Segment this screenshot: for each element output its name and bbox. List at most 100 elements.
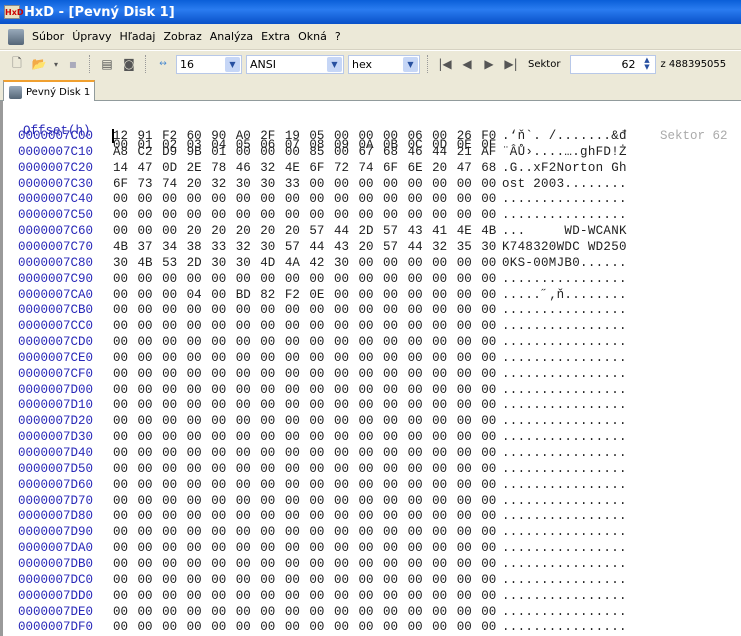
hex-byte[interactable]: 20 [187,177,202,191]
hex-byte[interactable]: 00 [408,303,423,317]
hex-byte[interactable]: 00 [359,557,374,571]
hex-byte[interactable]: 00 [309,541,324,555]
hex-byte[interactable]: 6E [408,161,423,175]
hex-byte[interactable]: 4D [260,256,275,270]
hex-byte[interactable]: 00 [187,335,202,349]
hex-byte[interactable]: 00 [359,351,374,365]
hex-byte[interactable]: 00 [260,589,275,603]
hex-byte[interactable]: 00 [285,145,300,159]
hex-byte[interactable]: 00 [481,605,496,619]
hex-byte[interactable]: 00 [113,509,128,523]
hex-byte[interactable]: 00 [481,446,496,460]
hex-byte[interactable]: 00 [408,446,423,460]
hex-byte[interactable]: 00 [162,272,177,286]
hex-byte[interactable]: 00 [334,208,349,222]
open-ram-icon[interactable]: ▤ [98,55,116,73]
hex-byte[interactable]: 00 [211,367,226,381]
hex-byte[interactable]: 57 [383,224,398,238]
hex-byte[interactable]: 00 [432,256,447,270]
hex-byte[interactable]: 00 [260,620,275,634]
sector-input[interactable]: 62 ▲ ▼ [570,54,657,74]
hex-byte[interactable]: 00 [309,430,324,444]
hex-byte[interactable]: 00 [162,573,177,587]
hex-byte[interactable]: 00 [187,398,202,412]
hex-byte[interactable]: 00 [162,303,177,317]
hex-byte[interactable]: 00 [457,272,472,286]
hex-byte[interactable]: 00 [481,462,496,476]
hex-byte[interactable]: 00 [334,557,349,571]
hex-byte[interactable]: 00 [285,272,300,286]
hex-byte[interactable]: 00 [113,383,128,397]
hex-byte[interactable]: 30 [113,256,128,270]
hex-byte[interactable]: 00 [260,478,275,492]
hex-byte[interactable]: 00 [457,509,472,523]
hex-byte[interactable]: 00 [162,589,177,603]
hex-byte[interactable]: 00 [408,620,423,634]
bytes-per-row-select[interactable]: 16 ▼ [176,54,242,74]
hex-byte[interactable]: 00 [432,288,447,302]
hex-byte[interactable]: 00 [383,351,398,365]
hex-byte[interactable]: 2F [260,129,275,143]
hex-byte[interactable]: 00 [211,446,226,460]
hex-byte[interactable]: 4A [285,256,300,270]
hex-byte[interactable]: 00 [457,525,472,539]
menu-file[interactable]: Súbor [28,30,68,43]
hex-byte[interactable]: 00 [138,367,153,381]
hex-byte[interactable]: 00 [359,494,374,508]
hex-byte[interactable]: 00 [162,494,177,508]
hex-byte[interactable]: 00 [334,177,349,191]
hex-byte[interactable]: 00 [481,541,496,555]
hex-byte[interactable]: 00 [457,494,472,508]
row-ascii[interactable]: ................ [502,509,627,523]
row-ascii[interactable]: ................ [502,462,627,476]
hex-byte[interactable]: 00 [457,398,472,412]
hex-byte[interactable]: 19 [285,129,300,143]
hex-byte[interactable]: 00 [481,573,496,587]
hex-byte[interactable]: 00 [138,494,153,508]
hex-byte[interactable]: 00 [138,414,153,428]
hex-byte[interactable]: 6F [113,177,128,191]
hex-byte[interactable]: 00 [481,509,496,523]
hex-byte[interactable]: 00 [113,303,128,317]
hex-byte[interactable]: 00 [162,541,177,555]
row-ascii[interactable]: ................ [502,192,627,206]
hex-byte[interactable]: 00 [481,335,496,349]
hex-byte[interactable]: 00 [113,335,128,349]
hex-byte[interactable]: 00 [162,208,177,222]
hex-byte[interactable]: 00 [359,589,374,603]
next-sector-icon[interactable]: ▶ [480,55,498,73]
tab-pevny-disk-1[interactable]: Pevný Disk 1 [3,80,95,102]
hex-byte[interactable]: 00 [408,525,423,539]
hex-byte[interactable]: 00 [236,573,251,587]
hex-byte[interactable]: 2D [187,256,202,270]
hex-editor[interactable]: Offset(h) 00 01 02 03 04 05 06 07 08 09 0A 0B 0C 0D 0E… [0,101,741,636]
hex-byte[interactable]: 00 [309,462,324,476]
hex-byte[interactable]: 04 [187,288,202,302]
hex-byte[interactable]: 00 [309,525,324,539]
hex-byte[interactable]: 44 [309,240,324,254]
row-ascii[interactable]: ¨ÂŮ›....….ghFD!Ż [502,145,627,159]
hex-byte[interactable]: 00 [113,478,128,492]
hex-byte[interactable]: 00 [481,383,496,397]
menu-extra[interactable]: Extra [257,30,294,43]
hex-byte[interactable]: 00 [236,208,251,222]
hex-byte[interactable]: 00 [236,335,251,349]
hex-byte[interactable]: 46 [408,145,423,159]
hex-byte[interactable]: 00 [334,494,349,508]
chevron-down-icon[interactable]: ▼ [403,56,418,72]
hex-byte[interactable]: 00 [309,557,324,571]
hex-byte[interactable]: 00 [113,605,128,619]
hex-byte[interactable]: 00 [334,398,349,412]
hex-byte[interactable]: 00 [113,525,128,539]
row-ascii[interactable]: ................ [502,525,627,539]
open-folder-icon[interactable]: 📂 [30,55,48,73]
hex-byte[interactable]: 4E [457,224,472,238]
hex-byte[interactable]: 00 [334,367,349,381]
hex-byte[interactable]: 00 [334,605,349,619]
hex-byte[interactable]: 20 [285,224,300,238]
hex-byte[interactable]: 00 [187,383,202,397]
hex-byte[interactable]: 00 [359,605,374,619]
hex-byte[interactable]: 00 [211,319,226,333]
hex-byte[interactable]: 00 [285,478,300,492]
hex-byte[interactable]: 00 [113,367,128,381]
